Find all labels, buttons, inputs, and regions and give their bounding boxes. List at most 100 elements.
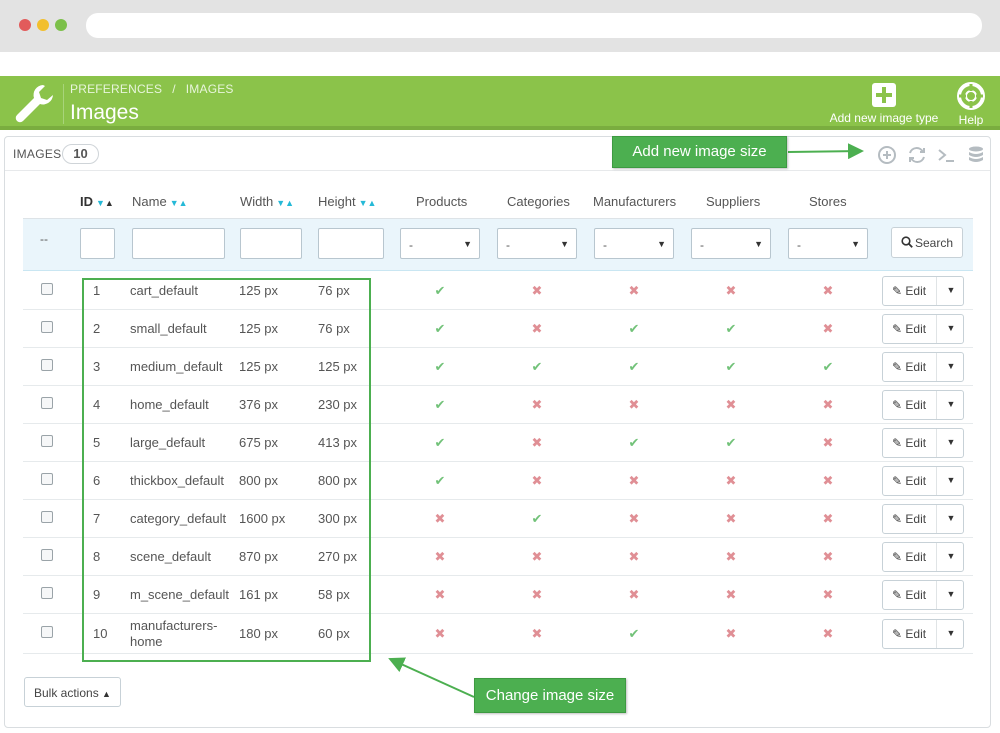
cross-icon-products[interactable]: ✖ bbox=[430, 549, 450, 565]
cross-icon-products[interactable]: ✖ bbox=[430, 511, 450, 527]
cross-icon-categories[interactable]: ✖ bbox=[527, 549, 547, 565]
row-checkbox[interactable] bbox=[41, 626, 53, 638]
cross-icon-categories[interactable]: ✖ bbox=[527, 435, 547, 451]
cross-icon-categories[interactable]: ✖ bbox=[527, 397, 547, 413]
cross-icon-stores[interactable]: ✖ bbox=[818, 626, 838, 642]
cross-icon-categories[interactable]: ✖ bbox=[527, 321, 547, 337]
edit-dropdown-toggle[interactable]: ▼ bbox=[939, 323, 963, 333]
edit-button[interactable]: ✎ Edit bbox=[883, 467, 937, 495]
check-icon-products[interactable]: ✔ bbox=[430, 321, 450, 337]
row-checkbox[interactable] bbox=[41, 549, 53, 561]
check-icon-categories[interactable]: ✔ bbox=[527, 359, 547, 375]
cross-icon-stores[interactable]: ✖ bbox=[818, 549, 838, 565]
cross-icon-stores[interactable]: ✖ bbox=[818, 511, 838, 527]
row-checkbox[interactable] bbox=[41, 473, 53, 485]
cross-icon-stores[interactable]: ✖ bbox=[818, 321, 838, 337]
database-icon[interactable] bbox=[965, 144, 987, 166]
cross-icon-suppliers[interactable]: ✖ bbox=[721, 397, 741, 413]
check-icon-stores[interactable]: ✔ bbox=[818, 359, 838, 375]
column-name[interactable]: Name ▼▲ bbox=[132, 194, 188, 209]
edit-button[interactable]: ✎ Edit bbox=[883, 620, 937, 648]
bulk-actions-button[interactable]: Bulk actions ▲ bbox=[24, 677, 121, 707]
cross-icon-manufacturers[interactable]: ✖ bbox=[624, 283, 644, 299]
row-checkbox[interactable] bbox=[41, 321, 53, 333]
edit-dropdown-toggle[interactable]: ▼ bbox=[939, 399, 963, 409]
edit-dropdown-toggle[interactable]: ▼ bbox=[939, 285, 963, 295]
filter-width-input[interactable] bbox=[240, 228, 302, 259]
sql-query-icon[interactable] bbox=[935, 144, 957, 166]
maximize-window-button[interactable] bbox=[55, 19, 67, 31]
row-checkbox[interactable] bbox=[41, 359, 53, 371]
check-icon-products[interactable]: ✔ bbox=[430, 283, 450, 299]
check-icon-products[interactable]: ✔ bbox=[430, 397, 450, 413]
row-checkbox[interactable] bbox=[41, 511, 53, 523]
filter-manufacturers-select[interactable]: - ▼ bbox=[594, 228, 674, 259]
breadcrumb-preferences[interactable]: PREFERENCES bbox=[70, 82, 162, 96]
cross-icon-manufacturers[interactable]: ✖ bbox=[624, 397, 644, 413]
cross-icon-stores[interactable]: ✖ bbox=[818, 435, 838, 451]
edit-dropdown-toggle[interactable]: ▼ bbox=[939, 361, 963, 371]
filter-products-select[interactable]: - ▼ bbox=[400, 228, 480, 259]
sort-arrows-icon[interactable]: ▼▲ bbox=[170, 198, 188, 208]
check-icon-suppliers[interactable]: ✔ bbox=[721, 321, 741, 337]
filter-id-input[interactable] bbox=[80, 228, 115, 259]
sort-arrows-icon[interactable]: ▼▲ bbox=[276, 198, 294, 208]
row-checkbox[interactable] bbox=[41, 283, 53, 295]
cross-icon-categories[interactable]: ✖ bbox=[527, 283, 547, 299]
search-button[interactable]: Search bbox=[891, 227, 963, 258]
check-icon-products[interactable]: ✔ bbox=[430, 359, 450, 375]
filter-suppliers-select[interactable]: - ▼ bbox=[691, 228, 771, 259]
cross-icon-suppliers[interactable]: ✖ bbox=[721, 473, 741, 489]
check-icon-suppliers[interactable]: ✔ bbox=[721, 359, 741, 375]
edit-dropdown-toggle[interactable]: ▼ bbox=[939, 551, 963, 561]
edit-dropdown-toggle[interactable]: ▼ bbox=[939, 628, 963, 638]
filter-height-input[interactable] bbox=[318, 228, 384, 259]
edit-dropdown-toggle[interactable]: ▼ bbox=[939, 589, 963, 599]
cross-icon-stores[interactable]: ✖ bbox=[818, 587, 838, 603]
check-icon-manufacturers[interactable]: ✔ bbox=[624, 359, 644, 375]
edit-button[interactable]: ✎ Edit bbox=[883, 353, 937, 381]
help-button[interactable]: Help bbox=[951, 82, 991, 127]
add-new-image-type-button[interactable]: Add new image type bbox=[826, 82, 942, 125]
edit-button[interactable]: ✎ Edit bbox=[883, 315, 937, 343]
row-checkbox[interactable] bbox=[41, 397, 53, 409]
breadcrumb-images[interactable]: IMAGES bbox=[186, 82, 234, 96]
edit-dropdown-toggle[interactable]: ▼ bbox=[939, 513, 963, 523]
cross-icon-manufacturers[interactable]: ✖ bbox=[624, 587, 644, 603]
cross-icon-suppliers[interactable]: ✖ bbox=[721, 626, 741, 642]
filter-name-input[interactable] bbox=[132, 228, 225, 259]
check-icon-suppliers[interactable]: ✔ bbox=[721, 435, 741, 451]
edit-button[interactable]: ✎ Edit bbox=[883, 581, 937, 609]
add-icon[interactable] bbox=[876, 144, 898, 166]
row-checkbox[interactable] bbox=[41, 587, 53, 599]
edit-dropdown-toggle[interactable]: ▼ bbox=[939, 475, 963, 485]
sort-arrows-icon[interactable]: ▼▲ bbox=[96, 198, 114, 208]
row-checkbox[interactable] bbox=[41, 435, 53, 447]
sort-arrows-icon[interactable]: ▼▲ bbox=[359, 198, 377, 208]
cross-icon-manufacturers[interactable]: ✖ bbox=[624, 473, 644, 489]
column-id[interactable]: ID ▼▲ bbox=[80, 194, 114, 209]
cross-icon-stores[interactable]: ✖ bbox=[818, 397, 838, 413]
cross-icon-categories[interactable]: ✖ bbox=[527, 626, 547, 642]
cross-icon-manufacturers[interactable]: ✖ bbox=[624, 549, 644, 565]
check-icon-manufacturers[interactable]: ✔ bbox=[624, 321, 644, 337]
check-icon-manufacturers[interactable]: ✔ bbox=[624, 626, 644, 642]
check-icon-products[interactable]: ✔ bbox=[430, 473, 450, 489]
filter-categories-select[interactable]: - ▼ bbox=[497, 228, 577, 259]
column-width[interactable]: Width ▼▲ bbox=[240, 194, 294, 209]
refresh-icon[interactable] bbox=[906, 144, 928, 166]
cross-icon-products[interactable]: ✖ bbox=[430, 587, 450, 603]
edit-button[interactable]: ✎ Edit bbox=[883, 505, 937, 533]
cross-icon-suppliers[interactable]: ✖ bbox=[721, 283, 741, 299]
check-icon-categories[interactable]: ✔ bbox=[527, 511, 547, 527]
cross-icon-manufacturers[interactable]: ✖ bbox=[624, 511, 644, 527]
cross-icon-categories[interactable]: ✖ bbox=[527, 473, 547, 489]
cross-icon-suppliers[interactable]: ✖ bbox=[721, 549, 741, 565]
close-window-button[interactable] bbox=[19, 19, 31, 31]
cross-icon-stores[interactable]: ✖ bbox=[818, 283, 838, 299]
edit-button[interactable]: ✎ Edit bbox=[883, 391, 937, 419]
filter-stores-select[interactable]: - ▼ bbox=[788, 228, 868, 259]
cross-icon-suppliers[interactable]: ✖ bbox=[721, 511, 741, 527]
check-icon-products[interactable]: ✔ bbox=[430, 435, 450, 451]
edit-button[interactable]: ✎ Edit bbox=[883, 277, 937, 305]
